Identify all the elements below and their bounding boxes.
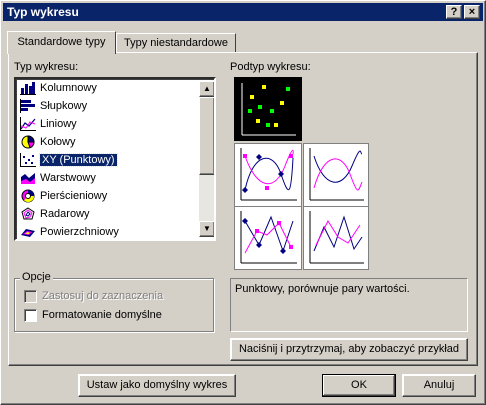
scatter-lines-markers-icon [240, 211, 297, 264]
list-item-surface[interactable]: Powierzchniowy [18, 223, 198, 239]
subtype-description-box: Punktowy, porównuje pary wartości. [230, 278, 468, 332]
set-default-chart-label: Ustaw jako domyślny wykres [86, 379, 228, 391]
cancel-button-label: Anuluj [423, 379, 455, 391]
chart-type-list[interactable]: Kolumnowy Słupkowy Liniowy Kołowy XY (Pu… [14, 77, 216, 241]
list-item-scatter[interactable]: XY (Punktowy) [18, 151, 198, 169]
subtype-scatter-smooth[interactable] [303, 143, 369, 207]
tab-label: Typy niestandardowe [124, 37, 228, 49]
default-formatting-label: Formatowanie domyślne [42, 309, 162, 321]
list-item-label: Słupkowy [40, 100, 88, 112]
subtype-scatter-lines[interactable] [303, 206, 369, 270]
subtype-scatter-markers[interactable] [234, 77, 302, 141]
arrow-up-icon: ▲ [203, 84, 211, 93]
apply-to-selection-checkbox[interactable] [24, 290, 37, 303]
options-legend: Opcje [20, 271, 53, 283]
default-formatting-checkbox[interactable] [24, 309, 37, 322]
list-item-label: Liniowy [40, 118, 77, 130]
list-item-radar[interactable]: Radarowy [18, 205, 198, 223]
scatter-smooth-icon [309, 148, 364, 201]
options-group [14, 278, 214, 332]
window-title: Typ wykresu [7, 5, 79, 19]
subtype-scatter-lines-markers[interactable] [234, 206, 302, 270]
list-item-label: Warstwowy [40, 172, 96, 184]
tab-label: Standardowe typy [17, 36, 106, 48]
close-icon: × [468, 6, 476, 18]
chart-subtype-label: Podtyp wykresu: [230, 61, 311, 73]
chart-type-label: Typ wykresu: [14, 61, 79, 73]
scatter-chart-icon [20, 153, 36, 167]
tab-custom-types[interactable]: Typy niestandardowe [116, 33, 236, 52]
list-item-column[interactable]: Kolumnowy [18, 79, 198, 97]
set-default-chart-button[interactable]: Ustaw jako domyślny wykres [78, 374, 236, 397]
area-chart-icon [21, 173, 35, 184]
bar-chart-icon [20, 99, 35, 113]
scatter-lines-icon [309, 211, 364, 264]
subtype-description: Punktowy, porównuje pary wartości. [235, 283, 410, 295]
pie-chart-icon [21, 135, 35, 149]
list-item-label: Pierścieniowy [40, 190, 108, 202]
list-item-line[interactable]: Liniowy [18, 115, 198, 133]
help-icon: ? [450, 6, 458, 18]
title-bar[interactable]: Typ wykresu [3, 3, 483, 21]
list-item-label: Radarowy [40, 208, 90, 220]
scroll-down-button[interactable]: ▼ [199, 221, 214, 237]
preview-button-label: Naciśnij i przytrzymaj, aby zobaczyć prz… [238, 343, 460, 355]
scatter-smooth-markers-icon [240, 148, 297, 201]
doughnut-chart-icon [21, 189, 35, 203]
list-item-label: Kolumnowy [40, 82, 97, 94]
list-item-bar[interactable]: Słupkowy [18, 97, 198, 115]
arrow-down-icon: ▼ [203, 224, 211, 233]
line-chart-icon [20, 117, 36, 131]
list-item-label: Powierzchniowy [40, 226, 119, 238]
tab-standard-types[interactable]: Standardowe typy [7, 31, 116, 54]
surface-chart-icon [21, 229, 35, 237]
preview-button[interactable]: Naciśnij i przytrzymaj, aby zobaczyć prz… [230, 338, 468, 361]
list-item-label: XY (Punktowy) [39, 153, 118, 167]
apply-to-selection-label: Zastosuj do zaznaczenia [42, 290, 164, 302]
list-item-area[interactable]: Warstwowy [18, 169, 198, 187]
radar-chart-icon [21, 207, 35, 220]
list-item-doughnut[interactable]: Pierścieniowy [18, 187, 198, 205]
chart-type-scrollbar[interactable]: ▲ ▼ [199, 81, 214, 237]
scatter-markers-icon [241, 83, 296, 136]
list-item-label: Kołowy [40, 136, 76, 148]
scroll-up-button[interactable]: ▲ [199, 81, 214, 97]
subtype-scatter-smooth-markers[interactable] [234, 143, 302, 207]
ok-button-label: OK [351, 379, 367, 391]
list-item-pie[interactable]: Kołowy [18, 133, 198, 151]
scroll-thumb[interactable] [199, 97, 214, 175]
help-button[interactable]: ? [446, 5, 462, 19]
close-button[interactable]: × [464, 5, 480, 19]
column-chart-icon [20, 82, 36, 95]
cancel-button[interactable]: Anuluj [402, 374, 476, 397]
ok-button[interactable]: OK [322, 374, 396, 397]
